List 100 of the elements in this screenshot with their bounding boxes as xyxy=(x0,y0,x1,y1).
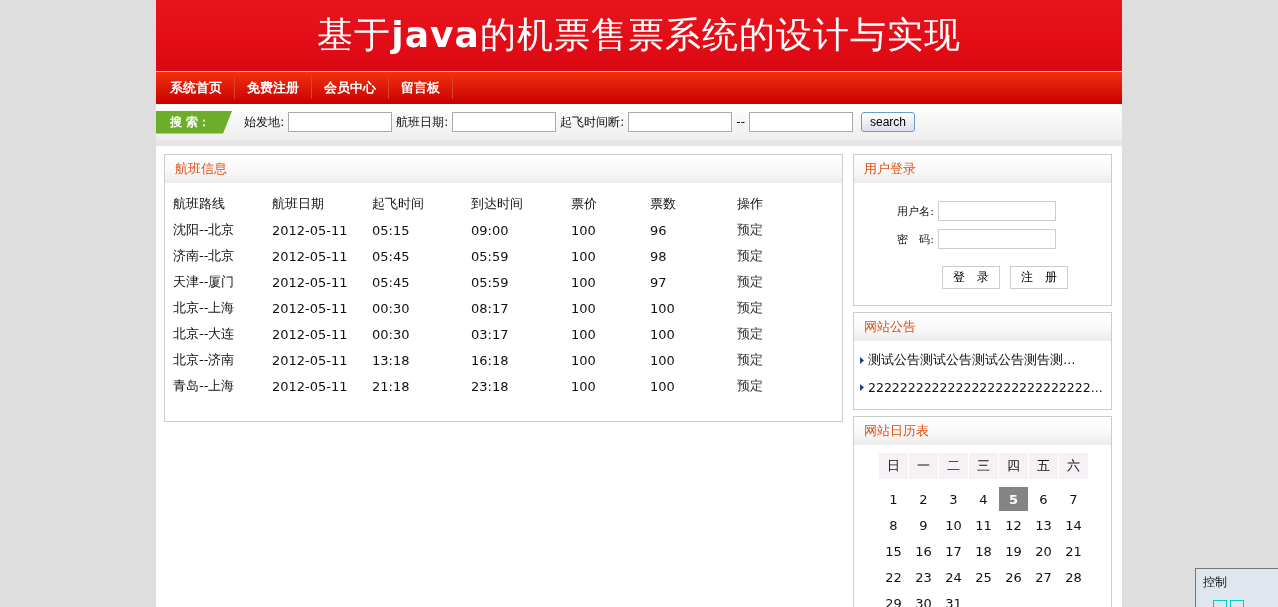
input-field[interactable] xyxy=(938,201,1056,221)
calendar-day[interactable]: 28 xyxy=(1059,565,1088,589)
toolbar-icons-drawing xyxy=(1213,600,1247,607)
input-field[interactable] xyxy=(628,112,733,132)
notice-link[interactable]: 2222222222222222222222222222... xyxy=(868,380,1103,395)
table-cell: 21:18 xyxy=(372,373,471,399)
form-button[interactable]: 登 录 xyxy=(942,266,1000,289)
calendar-day[interactable]: 10 xyxy=(939,513,968,537)
calendar-day[interactable]: 3 xyxy=(939,487,968,511)
column-header: 起飞时间 xyxy=(372,191,471,217)
form-button[interactable]: 注 册 xyxy=(1010,266,1068,289)
calendar-day[interactable]: 2 xyxy=(909,487,938,511)
calendar-day[interactable]: 6 xyxy=(1029,487,1058,511)
calendar-day[interactable]: 19 xyxy=(999,539,1028,563)
weekday-header: 二 xyxy=(939,453,968,479)
calendar-day[interactable]: 15 xyxy=(879,539,908,563)
calendar-day[interactable]: 1 xyxy=(879,487,908,511)
input-field[interactable] xyxy=(938,229,1056,249)
table-cell: 2012-05-11 xyxy=(272,269,372,295)
input-field[interactable] xyxy=(749,112,853,132)
calendar-day[interactable]: 12 xyxy=(999,513,1028,537)
bullet-icon xyxy=(860,384,864,391)
field-label: 密 码: xyxy=(896,231,934,247)
field-label: 始发地: xyxy=(244,113,285,131)
calendar-day[interactable]: 5 xyxy=(999,487,1028,511)
table-cell: 00:30 xyxy=(372,321,471,347)
calendar-day[interactable]: 21 xyxy=(1059,539,1088,563)
field-label: 用户名: xyxy=(896,203,934,219)
table-cell: 100 xyxy=(650,321,737,347)
table-cell: 北京--济南 xyxy=(173,347,272,373)
table-cell: 00:30 xyxy=(372,295,471,321)
calendar-day[interactable]: 16 xyxy=(909,539,938,563)
calendar-day[interactable]: 4 xyxy=(969,487,998,511)
calendar-day[interactable]: 17 xyxy=(939,539,968,563)
nav-link[interactable]: 会员中心 xyxy=(312,77,389,99)
table-cell: 05:15 xyxy=(372,217,471,243)
field-label: 起飞时间断: xyxy=(560,113,625,131)
nav-link[interactable]: 系统首页 xyxy=(158,77,235,99)
table-cell-text: 08:17 xyxy=(471,299,510,318)
table-cell-text: 100 xyxy=(571,325,597,344)
table-cell: 96 xyxy=(650,217,737,243)
book-link[interactable]: 预定 xyxy=(737,217,797,243)
input-field[interactable] xyxy=(288,112,393,132)
search-button[interactable]: search xyxy=(861,112,916,132)
calendar-day[interactable]: 18 xyxy=(969,539,998,563)
calendar-day[interactable]: 30 xyxy=(909,591,938,607)
table-cell: 100 xyxy=(571,217,650,243)
calendar-day[interactable]: 9 xyxy=(909,513,938,537)
table-cell: 北京--大连 xyxy=(173,321,272,347)
calendar-day[interactable]: 11 xyxy=(969,513,998,537)
column-header: 操作 xyxy=(737,195,764,213)
book-link[interactable]: 预定 xyxy=(737,243,797,269)
book-link[interactable]: 预定 xyxy=(737,269,797,295)
calendar-day[interactable]: 23 xyxy=(909,565,938,589)
calendar-day[interactable]: 7 xyxy=(1059,487,1088,511)
input-field[interactable] xyxy=(452,112,557,132)
calendar-day[interactable]: 24 xyxy=(939,565,968,589)
site-title: 基于java的机票售票系统的设计与实现 xyxy=(317,13,961,57)
weekday-header: 日 xyxy=(879,453,908,479)
table-cell: 97 xyxy=(650,269,737,295)
table-cell-text: 100 xyxy=(571,351,597,370)
nav-link[interactable]: 免费注册 xyxy=(235,77,312,99)
table-cell: 100 xyxy=(571,269,650,295)
table-cell: 98 xyxy=(650,243,737,269)
calendar-day[interactable]: 22 xyxy=(879,565,908,589)
column-header: 航班日期 xyxy=(272,191,372,217)
book-link[interactable]: 预定 xyxy=(737,347,797,373)
window-title: 控制 xyxy=(1202,574,1228,591)
field-label: -- xyxy=(736,115,745,129)
table-cell: 2012-05-11 xyxy=(272,295,372,321)
field-label: 航班日期: xyxy=(396,113,449,131)
calendar-day[interactable]: 20 xyxy=(1029,539,1058,563)
notice-link[interactable]: 测试公告测试公告测试公告测告测… xyxy=(868,352,1076,369)
calendar-day[interactable]: 26 xyxy=(999,565,1028,589)
calendar-day[interactable]: 27 xyxy=(1029,565,1058,589)
book-link[interactable]: 预定 xyxy=(737,295,797,321)
calendar-day[interactable]: 13 xyxy=(1029,513,1058,537)
table-cell: 青岛--上海 xyxy=(173,373,272,399)
calendar-day[interactable]: 14 xyxy=(1059,513,1088,537)
bullet-icon xyxy=(860,357,864,364)
weekday-header: 六 xyxy=(1059,453,1088,479)
book-link[interactable]: 预定 xyxy=(737,321,797,347)
column-header: 航班路线 xyxy=(173,191,272,217)
table-cell: 05:45 xyxy=(372,269,471,295)
table-cell-text: 2012-05-11 xyxy=(272,351,349,370)
table-cell-text: 05:59 xyxy=(471,273,510,292)
column-header: 票价 xyxy=(571,191,650,217)
column-header: 票数 xyxy=(650,191,737,217)
table-cell-text: 100 xyxy=(571,377,597,396)
table-cell: 济南--北京 xyxy=(173,243,272,269)
book-link[interactable]: 预定 xyxy=(737,373,797,399)
table-cell: 2012-05-11 xyxy=(272,217,372,243)
calendar-day[interactable]: 8 xyxy=(879,513,908,537)
calendar-day[interactable]: 25 xyxy=(969,565,998,589)
search-tag: 搜 索： xyxy=(156,110,233,134)
table-cell: 100 xyxy=(650,347,737,373)
calendar-day[interactable]: 29 xyxy=(879,591,908,607)
calendar-day[interactable]: 31 xyxy=(939,591,968,607)
table-cell: 100 xyxy=(571,243,650,269)
nav-link[interactable]: 留言板 xyxy=(389,77,453,99)
